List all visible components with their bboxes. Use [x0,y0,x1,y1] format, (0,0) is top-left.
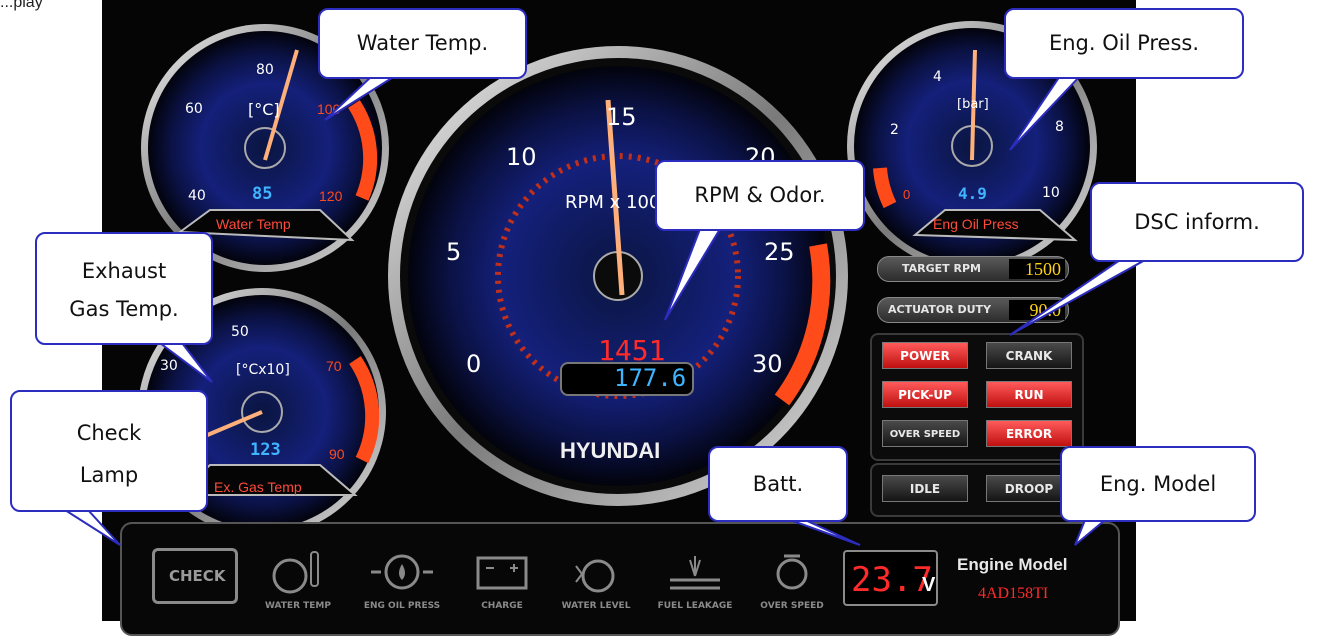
callout-eng-model-text: Eng. Model [1099,472,1217,496]
callout-oil-press-text: Eng. Oil Press. [1048,31,1200,55]
callout-eng-model: Eng. Model [1060,446,1256,522]
callout-batt: Batt. [708,446,848,522]
callout-water-temp: Water Temp. [318,8,527,79]
callout-exhaust: Exhaust Gas Temp. [35,232,213,345]
callout-check-line2: Lamp [79,463,139,487]
callout-exhaust-line2: Gas Temp. [69,297,179,321]
callout-check-line1: Check [76,421,142,445]
callout-rpm: RPM & Odor. [655,160,865,231]
callout-rpm-text: RPM & Odor. [694,183,826,207]
callout-dsc-text: DSC inform. [1134,210,1260,234]
callout-exhaust-line1: Exhaust [81,259,167,283]
callout-batt-text: Batt. [752,472,804,496]
callout-dsc: DSC inform. [1090,182,1304,262]
callout-oil-press: Eng. Oil Press. [1004,8,1244,79]
callout-check-lamp: Check Lamp [10,390,208,512]
callout-water-temp-text: Water Temp. [356,31,489,55]
